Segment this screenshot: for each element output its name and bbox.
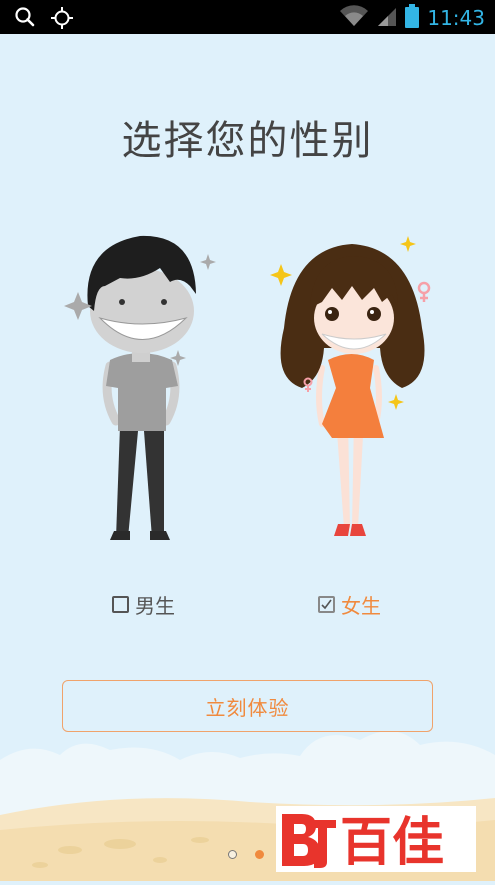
battery-icon	[405, 4, 420, 32]
status-bar: 11:43	[0, 0, 495, 34]
male-checkbox[interactable]	[112, 596, 129, 613]
page-dot-2[interactable]	[255, 850, 264, 859]
female-label: 女生	[341, 594, 381, 618]
page-dot-1[interactable]	[228, 850, 237, 859]
page-title: 选择您的性别	[121, 118, 374, 164]
girl-figure[interactable]	[262, 228, 442, 548]
checkmark-icon	[321, 599, 332, 610]
male-label: 男生	[135, 594, 175, 618]
watermark-text: 百佳	[340, 813, 444, 872]
search-icon	[14, 6, 36, 34]
female-checkbox[interactable]	[318, 596, 335, 613]
page-indicator	[228, 850, 264, 859]
start-experience-button[interactable]: 立刻体验	[62, 680, 433, 732]
status-time: 11:43	[427, 6, 485, 30]
boy-figure[interactable]	[60, 226, 220, 546]
status-right-icons: 11:43	[339, 4, 485, 32]
status-left-icons	[14, 6, 74, 34]
gender-option-male[interactable]: 男生	[112, 590, 175, 619]
signal-icon	[377, 5, 397, 31]
wifi-icon	[339, 5, 369, 31]
gender-option-female[interactable]: 女生	[318, 590, 381, 619]
watermark-logo: 百佳	[276, 806, 476, 873]
gps-icon	[50, 6, 74, 34]
